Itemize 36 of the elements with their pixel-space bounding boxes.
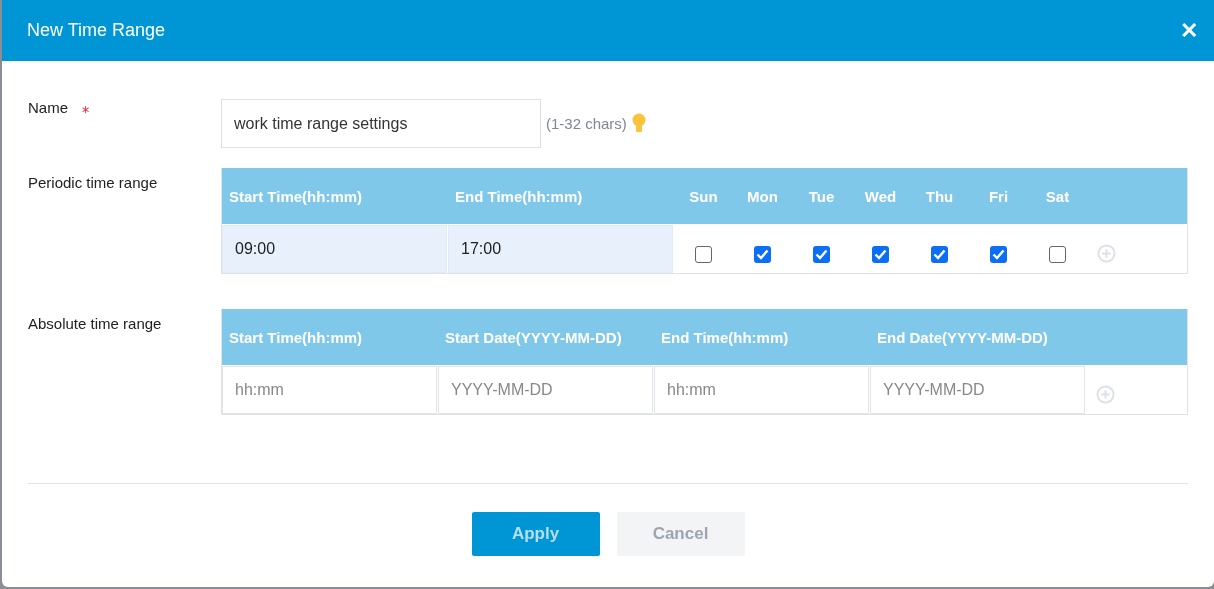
lightbulb-icon <box>631 112 646 135</box>
input-field[interactable]: hh:mm <box>222 366 437 414</box>
end-time-field[interactable]: 17:00 <box>448 225 673 273</box>
column-header: End Time(hh:mm) <box>660 327 790 348</box>
column-header: Start Time(hh:mm) <box>228 327 364 348</box>
input-field[interactable]: YYYY-MM-DD <box>438 366 653 414</box>
name-input[interactable]: work time range settings <box>221 99 541 148</box>
checkbox[interactable] <box>1049 246 1066 263</box>
start-time-field[interactable]: 09:00 <box>222 225 447 273</box>
dialog-title: New Time Range <box>27 20 166 41</box>
column-header: End Time(hh:mm) <box>454 186 584 207</box>
column-header: Start Date(YYYY-MM-DD) <box>444 327 623 348</box>
column-header: Fri <box>987 186 1010 207</box>
required-mark: * <box>82 103 90 122</box>
input-field[interactable]: hh:mm <box>654 366 869 414</box>
column-header: End Date(YYYY-MM-DD) <box>876 327 1049 348</box>
column-header: Sun <box>688 186 719 207</box>
checkbox[interactable] <box>931 246 948 263</box>
column-header: Thu <box>924 186 955 207</box>
column-header: Start Time(hh:mm) <box>228 186 364 207</box>
field-label: Periodic time range <box>28 174 158 191</box>
checkbox[interactable] <box>872 246 889 263</box>
input-field[interactable]: YYYY-MM-DD <box>870 366 1085 414</box>
checkbox[interactable] <box>990 246 1007 263</box>
checkbox[interactable] <box>754 246 771 263</box>
checkbox[interactable] <box>813 246 830 263</box>
length-hint: (1-32 chars) <box>546 115 627 132</box>
checkbox[interactable] <box>695 246 712 263</box>
field-label: Name <box>28 99 68 116</box>
add-icon <box>1097 244 1116 263</box>
column-header: Sat <box>1044 186 1071 207</box>
column-header: Mon <box>746 186 779 207</box>
field-label: Absolute time range <box>28 315 162 332</box>
column-header: Wed <box>863 186 898 207</box>
column-header: Tue <box>807 186 836 207</box>
add-icon <box>1096 385 1115 404</box>
